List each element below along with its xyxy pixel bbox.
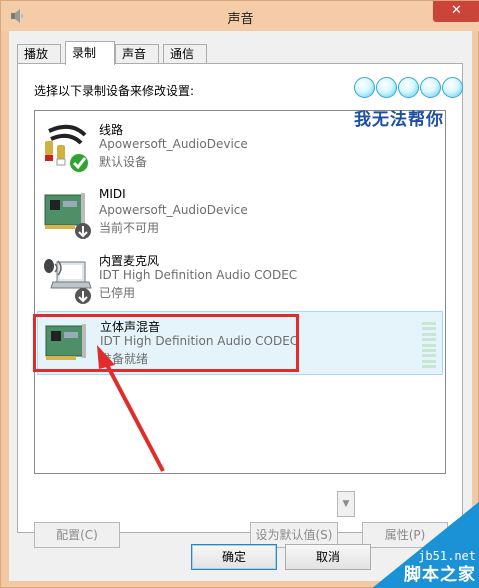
- device-name: 内置麦克风: [99, 254, 160, 268]
- chevron-down-icon[interactable]: ▼: [337, 491, 355, 517]
- sound-dialog: 声音 ✕ 播放 录制 声音 通信 选择以下录制设备来修改设置: 线路 Apowe…: [0, 0, 479, 588]
- level-meter: [422, 322, 436, 368]
- line-in-icon: [45, 124, 88, 172]
- microphone-laptop-icon: [44, 259, 92, 304]
- bubble-icon: [354, 77, 375, 98]
- bubble-icon: [398, 77, 419, 98]
- device-status: 已停用: [99, 286, 136, 300]
- device-driver: Apowersoft_AudioDevice: [99, 137, 248, 151]
- device-item-midi[interactable]: MIDI Apowersoft_AudioDevice 当前不可用: [37, 181, 443, 245]
- bubble-icon: [376, 77, 397, 98]
- close-icon: ✕: [451, 3, 462, 18]
- device-name: MIDI: [99, 187, 126, 201]
- bubble-row: [354, 77, 463, 98]
- configure-button[interactable]: 配置(C): [34, 522, 120, 548]
- bubble-icon: [420, 77, 441, 98]
- cancel-button[interactable]: 取消: [285, 544, 371, 570]
- overlay-text: 我无法帮你: [354, 110, 444, 130]
- device-driver: Apowersoft_AudioDevice: [99, 203, 248, 217]
- bubble-icon: [442, 77, 463, 98]
- device-name: 线路: [99, 123, 124, 137]
- instruction-text: 选择以下录制设备来修改设置:: [34, 84, 195, 98]
- device-status: 当前不可用: [99, 221, 160, 235]
- site-watermark: jb51.net 脚本之家: [371, 501, 479, 588]
- device-list[interactable]: 线路 Apowersoft_AudioDevice 默认设备 MIDI Apow…: [34, 110, 446, 474]
- window-title: 声音: [227, 12, 254, 27]
- title-bar[interactable]: 声音 ✕: [1, 1, 479, 31]
- selection-highlight-box: [33, 314, 299, 372]
- tab-playback[interactable]: 播放: [17, 44, 61, 64]
- overlay-banner: 我无法帮你: [354, 77, 474, 137]
- sound-card-icon: [44, 193, 91, 239]
- tab-communications[interactable]: 通信: [163, 44, 207, 64]
- tab-recording[interactable]: 录制: [65, 41, 115, 65]
- close-button[interactable]: ✕: [433, 1, 479, 22]
- device-status: 默认设备: [99, 155, 148, 169]
- tab-sounds[interactable]: 声音: [115, 44, 159, 64]
- ok-button[interactable]: 确定: [191, 544, 277, 570]
- device-driver: IDT High Definition Audio CODEC: [99, 268, 298, 282]
- default-check-icon: [70, 154, 88, 172]
- watermark-text: 脚本之家: [404, 565, 476, 585]
- device-item-builtin-mic[interactable]: 内置麦克风 IDT High Definition Audio CODEC 已停…: [37, 246, 443, 310]
